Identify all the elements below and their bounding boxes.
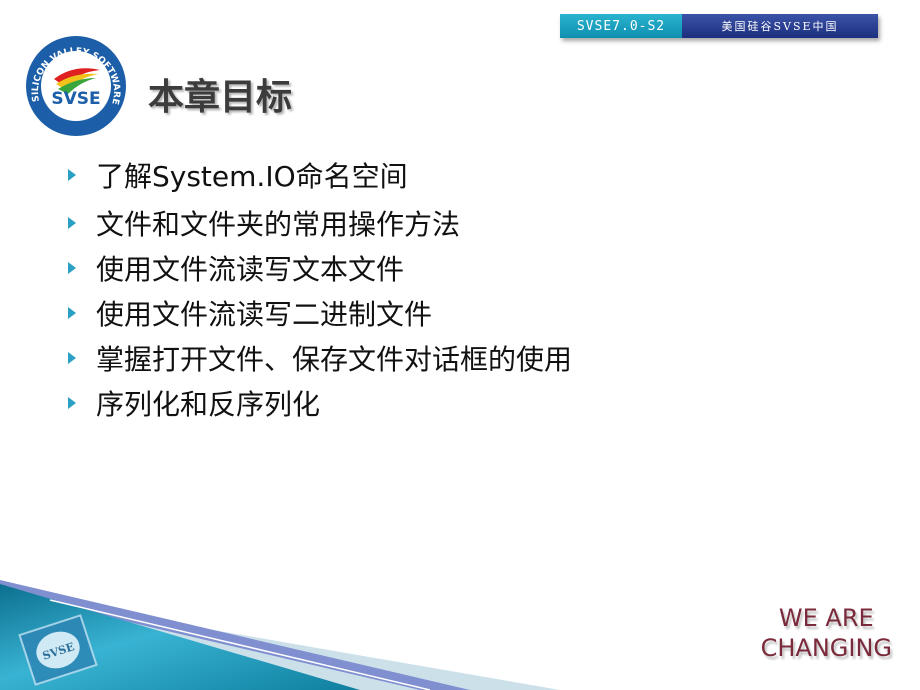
triangle-bullet-icon (68, 169, 76, 181)
slogan-line-1: WE ARE (778, 604, 874, 632)
objective-text: 使用文件流读写文本文件 (96, 252, 405, 286)
objective-text: 掌握打开文件、保存文件对话框的使用 (96, 342, 573, 376)
page-title: 本章目标 (148, 77, 293, 118)
objective-text: 文件和文件夹的常用操作方法 (96, 207, 461, 241)
slogan: WE ARE CHANGING (761, 603, 892, 663)
course-code: SVSE7.0-S2 (560, 14, 682, 38)
triangle-bullet-icon (68, 216, 76, 229)
objective-item: 使用文件流读写二进制文件 (66, 290, 572, 335)
org-name: 美国硅谷SVSE中国 (682, 14, 878, 38)
triangle-bullet-icon (68, 261, 76, 274)
objective-text: 使用文件流读写二进制文件 (96, 297, 433, 331)
triangle-bullet-icon (68, 351, 76, 364)
objective-text: 序列化和反序列化 (96, 387, 321, 421)
logo-center-text: SVSE (51, 89, 100, 109)
objective-item: 使用文件流读写文本文件 (66, 245, 572, 290)
objectives-list: 了解System.IO命名空间 文件和文件夹的常用操作方法 使用文件流读写文本文… (66, 150, 572, 425)
slogan-line-2: CHANGING (760, 634, 892, 662)
course-badge: SVSE7.0-S2 美国硅谷SVSE中国 (560, 14, 878, 38)
svse-logo: SILICON VALLEY SOFTWARE ENGINEER SVSE (24, 34, 126, 136)
objective-item: 文件和文件夹的常用操作方法 (66, 200, 572, 245)
objective-text: 了解System.IO命名空间 (96, 160, 408, 193)
objective-item: 掌握打开文件、保存文件对话框的使用 (66, 335, 572, 380)
triangle-bullet-icon (68, 306, 76, 319)
objective-item: 了解System.IO命名空间 (66, 150, 572, 200)
objective-item: 序列化和反序列化 (66, 380, 572, 425)
triangle-bullet-icon (68, 396, 76, 409)
